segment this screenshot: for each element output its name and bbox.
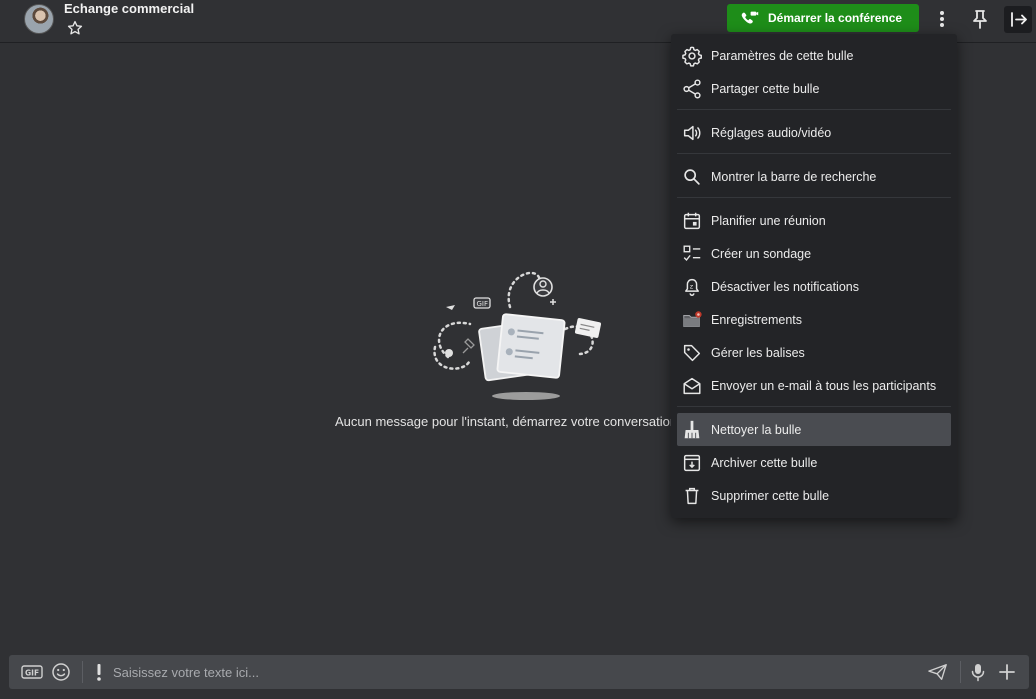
speaker-icon <box>681 122 703 144</box>
menu-divider <box>677 109 951 110</box>
microphone-icon[interactable] <box>969 661 987 683</box>
message-composer: GIF <box>9 655 1029 689</box>
menu-item-label: Gérer les balises <box>711 345 805 360</box>
avatar[interactable] <box>24 4 54 34</box>
menu-item-label: Planifier une réunion <box>711 213 826 228</box>
menu-item-label: Archiver cette bulle <box>711 455 818 470</box>
menu-item-delete-bubble[interactable]: Supprimer cette bulle <box>677 479 951 512</box>
menu-item-label: Montrer la barre de recherche <box>711 169 877 184</box>
calendar-icon <box>681 210 703 232</box>
empty-state-message: Aucun message pour l'instant, démarrez v… <box>335 414 675 429</box>
pin-icon[interactable] <box>970 8 990 30</box>
conference-phone-icon <box>739 10 759 26</box>
menu-item-label: Réglages audio/vidéo <box>711 125 832 140</box>
menu-item-create-poll[interactable]: Créer un sondage <box>677 237 951 270</box>
exit-arrow-icon <box>1011 12 1027 27</box>
search-icon <box>681 166 703 188</box>
menu-item-label: Envoyer un e-mail à tous les participant… <box>711 378 937 393</box>
broom-icon <box>681 419 703 441</box>
trash-icon <box>681 485 703 507</box>
menu-item-schedule-meeting[interactable]: Planifier une réunion <box>677 204 951 237</box>
send-icon[interactable] <box>927 662 949 682</box>
conversation-options-menu: Paramètres de cette bulle Partager cette… <box>671 34 957 518</box>
message-input[interactable] <box>113 660 913 684</box>
more-options-icon[interactable] <box>933 8 951 30</box>
menu-item-recordings[interactable]: Enregistrements <box>677 303 951 336</box>
menu-item-label: Supprimer cette bulle <box>711 488 830 503</box>
menu-item-bubble-settings[interactable]: Paramètres de cette bulle <box>677 39 951 72</box>
menu-item-clean-bubble[interactable]: Nettoyer la bulle <box>677 413 951 446</box>
svg-text:z: z <box>690 282 694 290</box>
composer-divider <box>960 661 961 683</box>
menu-item-label: Nettoyer la bulle <box>711 422 802 437</box>
menu-item-audio-video-settings[interactable]: Réglages audio/vidéo <box>677 116 951 149</box>
bell-icon: z <box>681 276 703 298</box>
emoji-icon[interactable] <box>51 662 71 682</box>
menu-item-label: Paramètres de cette bulle <box>711 48 854 63</box>
close-panel-button[interactable] <box>1004 6 1032 33</box>
menu-item-email-all-participants[interactable]: Envoyer un e-mail à tous les participant… <box>677 369 951 402</box>
menu-item-label: Désactiver les notifications <box>711 279 859 294</box>
archive-icon <box>681 452 703 474</box>
svg-text:GIF: GIF <box>477 300 489 308</box>
mail-icon <box>681 375 703 397</box>
menu-item-show-search-bar[interactable]: Montrer la barre de recherche <box>677 160 951 193</box>
menu-item-manage-tags[interactable]: Gérer les balises <box>677 336 951 369</box>
menu-item-label: Enregistrements <box>711 312 803 327</box>
add-attachment-icon[interactable] <box>997 661 1017 683</box>
conversation-title: Echange commercial <box>64 1 195 16</box>
empty-conversation-illustration: GIF <box>430 262 610 402</box>
start-conference-label: Démarrer la conférence <box>768 11 903 25</box>
urgent-exclamation-icon[interactable] <box>92 661 106 683</box>
menu-item-label: Créer un sondage <box>711 246 812 261</box>
tag-icon <box>681 342 703 364</box>
gif-icon[interactable]: GIF <box>21 663 43 681</box>
menu-divider <box>677 197 951 198</box>
menu-item-label: Partager cette bulle <box>711 81 820 96</box>
composer-divider <box>82 661 83 683</box>
recordings-folder-icon <box>681 309 703 331</box>
gear-icon <box>681 45 703 67</box>
gif-label: GIF <box>25 669 39 678</box>
menu-item-share-bubble[interactable]: Partager cette bulle <box>677 72 951 105</box>
menu-item-mute-notifications[interactable]: z Désactiver les notifications <box>677 270 951 303</box>
menu-item-archive-bubble[interactable]: Archiver cette bulle <box>677 446 951 479</box>
share-icon <box>681 78 703 100</box>
menu-divider <box>677 406 951 407</box>
favorite-star-icon[interactable] <box>66 19 84 37</box>
start-conference-button[interactable]: Démarrer la conférence <box>727 4 919 32</box>
poll-icon <box>681 243 703 265</box>
menu-divider <box>677 153 951 154</box>
